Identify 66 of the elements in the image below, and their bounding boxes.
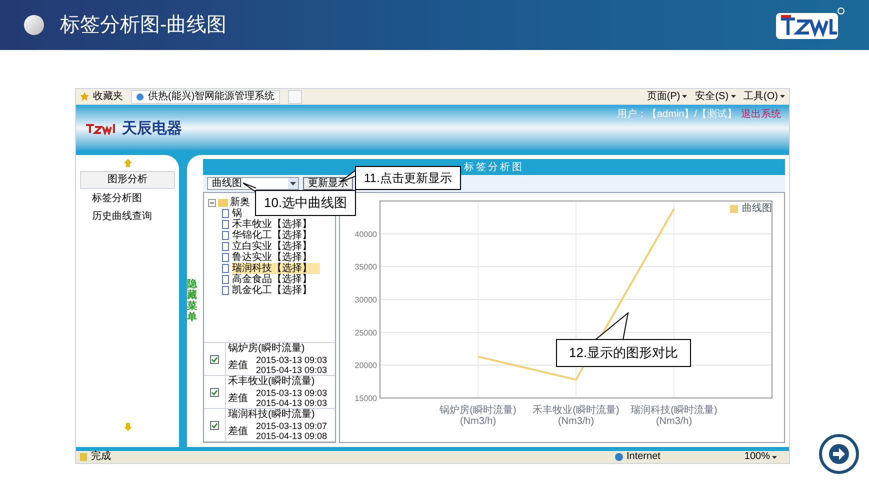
browser-tab[interactable]: 供热(能兴)智网能源管理系统	[131, 90, 280, 104]
caret-icon	[772, 456, 777, 458]
axis-tick-label: 15000	[354, 394, 377, 403]
legend-label: 曲线图	[742, 202, 772, 216]
folder-icon	[218, 198, 228, 206]
status-text: 完成	[91, 452, 111, 462]
tree-item[interactable]: 锅	[232, 208, 242, 219]
axis-tick-label: 30000	[354, 296, 377, 304]
brand-name: 天辰电器	[122, 118, 182, 139]
tree-item[interactable]: 华锦化工【选择】	[232, 230, 312, 241]
callout-label: 10.选中曲线图	[255, 190, 356, 216]
globe-icon	[136, 92, 144, 100]
end-time: 2015-04-13 09:03	[256, 398, 328, 408]
caret-icon	[730, 95, 736, 98]
user-info: 用户：【admin】/【测试】	[616, 108, 737, 122]
start-time: 2015-03-13 09:03	[256, 355, 328, 365]
slide-title: 标签分析图-曲线图	[60, 13, 227, 38]
axis-tick-label: 20000	[354, 361, 377, 370]
brand-logo-icon	[84, 121, 118, 135]
tag-checkbox[interactable]	[210, 420, 219, 430]
tree-item[interactable]: 凯金化工【选择】	[232, 285, 312, 296]
start-time: 2015-03-13 09:07	[256, 421, 328, 431]
end-time: 2015-04-13 09:08	[256, 431, 328, 441]
collapse-icon[interactable]	[208, 198, 216, 206]
dropdown-caret-icon	[288, 178, 298, 189]
sidebar-item[interactable]: 历史曲线查询	[80, 209, 175, 225]
axis-category-label: 锅炉房(瞬时流量)(Nm3/h)	[438, 405, 518, 427]
end-time: 2015-04-13 09:03	[256, 365, 328, 375]
tree-item[interactable]: 鲁达实业【选择】	[232, 252, 312, 263]
page-icon	[80, 453, 87, 461]
caret-icon	[682, 95, 688, 98]
globe-icon	[614, 453, 622, 461]
start-time: 2015-03-13 09:03	[256, 388, 328, 398]
toolbar-menu[interactable]: 页面(P)	[646, 92, 688, 102]
tree-item[interactable]: 禾丰牧业【选择】	[232, 219, 312, 230]
tag-name: 锅炉房(瞬时流量)	[228, 343, 306, 355]
axis-tick-label: 40000	[354, 230, 377, 239]
tag-mode: 差值	[228, 424, 248, 438]
sidebar-item[interactable]: 标签分析图	[80, 191, 175, 207]
tag-checkbox[interactable]	[210, 354, 219, 364]
tag-mode: 差值	[228, 392, 248, 406]
tag-checkbox[interactable]	[210, 388, 219, 396]
tree-node[interactable]: 新奥	[230, 197, 250, 208]
axis-category-label: 瑞润科技(瞬时流量)(Nm3/h)	[630, 405, 718, 427]
tree-item[interactable]: 高金食品【选择】	[232, 274, 312, 285]
next-slide-button[interactable]	[819, 434, 859, 474]
panel-title: 标签分析图	[464, 160, 524, 174]
zoom-level[interactable]: 100%	[744, 452, 777, 462]
tag-name: 禾丰牧业(瞬时流量)	[228, 376, 316, 388]
callout-pointer	[243, 182, 256, 193]
chart-type-select[interactable]: 曲线图	[207, 177, 299, 190]
toolbar-menu[interactable]: 安全(S)	[695, 92, 736, 102]
zone-text: Internet	[626, 452, 660, 462]
caret-icon	[780, 95, 785, 98]
axis-category-label: 禾丰牧业(瞬时流量)(Nm3/h)	[532, 405, 620, 427]
favorites-button[interactable]: 收藏夹	[80, 92, 123, 102]
sidebar-item[interactable]: 图形分析	[80, 171, 175, 189]
tag-mode: 差值	[228, 358, 248, 372]
tag-name: 瑞润科技(瞬时流量)	[228, 409, 316, 421]
axis-tick-label: 35000	[354, 262, 377, 272]
toolbar-menu[interactable]: 工具(O)	[744, 92, 785, 102]
star-icon	[80, 92, 89, 101]
legend-swatch	[730, 204, 738, 212]
axis-tick-label: 25000	[354, 328, 377, 338]
tree-item[interactable]: 瑞润科技【选择】	[232, 263, 320, 274]
tree-item[interactable]: 立白实业【选择】	[232, 241, 312, 252]
